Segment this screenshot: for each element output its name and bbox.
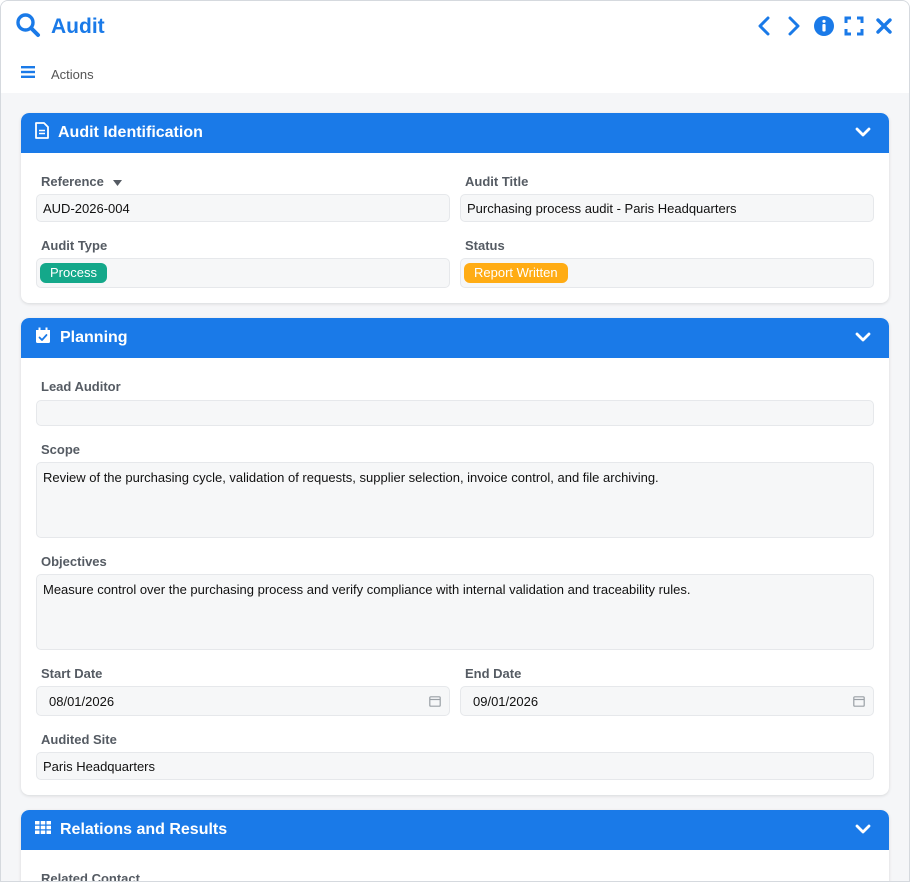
actions-menu[interactable]: Actions (21, 65, 94, 83)
audit-title-field[interactable]: Purchasing process audit - Paris Headqua… (460, 194, 874, 222)
planning-header[interactable]: Planning (21, 318, 889, 358)
chevron-down-icon[interactable] (855, 822, 871, 840)
fullscreen-icon[interactable] (843, 15, 865, 37)
status-label: Status (465, 238, 505, 253)
end-date-input[interactable]: 09/01/2026 (460, 686, 874, 716)
calendar-check-icon (35, 327, 51, 349)
section-title: Planning (60, 329, 128, 346)
hamburger-icon[interactable] (21, 65, 35, 83)
window-controls (753, 15, 895, 37)
end-date-value: 09/01/2026 (473, 693, 539, 709)
calendar-icon[interactable] (853, 695, 865, 710)
objectives-textarea[interactable]: Measure control over the purchasing proc… (36, 574, 874, 650)
chevron-down-icon[interactable] (855, 330, 871, 348)
lead-auditor-label: Lead Auditor (41, 379, 121, 394)
status-field[interactable]: Report Written (460, 258, 874, 288)
caret-down-icon[interactable] (112, 180, 122, 186)
table-grid-icon (35, 821, 51, 839)
audit-identification-header[interactable]: Audit Identification (21, 113, 889, 153)
audit-type-field[interactable]: Process (36, 258, 450, 288)
audit-type-label: Audit Type (41, 238, 108, 253)
info-icon[interactable] (813, 15, 835, 37)
reference-field[interactable]: AUD-2026-004 (36, 194, 450, 222)
window-title: Audit (51, 15, 105, 38)
audit-window: Audit Actions Audit Identification Refer… (0, 0, 910, 882)
actions-label[interactable]: Actions (51, 67, 94, 82)
related-contact-label: Related Contact (41, 871, 140, 882)
calendar-icon[interactable] (429, 695, 441, 710)
scope-textarea[interactable]: Review of the purchasing cycle, validati… (36, 462, 874, 538)
end-date-label: End Date (465, 666, 522, 681)
close-icon[interactable] (873, 15, 895, 37)
document-icon (35, 122, 49, 144)
start-date-value: 08/01/2026 (49, 693, 115, 709)
relations-results-panel: Relations and Results Related Contact (21, 810, 889, 882)
window-header: Audit Actions (1, 1, 909, 93)
scope-label: Scope (41, 442, 81, 457)
relations-results-header[interactable]: Relations and Results (21, 810, 889, 850)
start-date-input[interactable]: 08/01/2026 (36, 686, 450, 716)
title-row: Audit (15, 11, 105, 43)
section-title: Audit Identification (58, 124, 203, 141)
process-badge: Process (40, 263, 107, 283)
chevron-left-icon[interactable] (753, 15, 775, 37)
chevron-right-icon[interactable] (783, 15, 805, 37)
audited-site-label: Audited Site (41, 732, 117, 747)
status-badge: Report Written (464, 263, 568, 283)
start-date-label: Start Date (41, 666, 103, 681)
section-title: Relations and Results (60, 821, 228, 838)
search-icon (15, 12, 41, 43)
reference-label: Reference (41, 174, 122, 189)
audit-identification-panel: Audit Identification Reference AUD-2026-… (21, 113, 889, 303)
planning-panel: Planning Lead Auditor Scope Review of th… (21, 318, 889, 795)
audit-title-label: Audit Title (465, 174, 529, 189)
objectives-label: Objectives (41, 554, 107, 569)
lead-auditor-field[interactable] (36, 400, 874, 426)
audited-site-field[interactable]: Paris Headquarters (36, 752, 874, 780)
chevron-down-icon[interactable] (855, 125, 871, 143)
